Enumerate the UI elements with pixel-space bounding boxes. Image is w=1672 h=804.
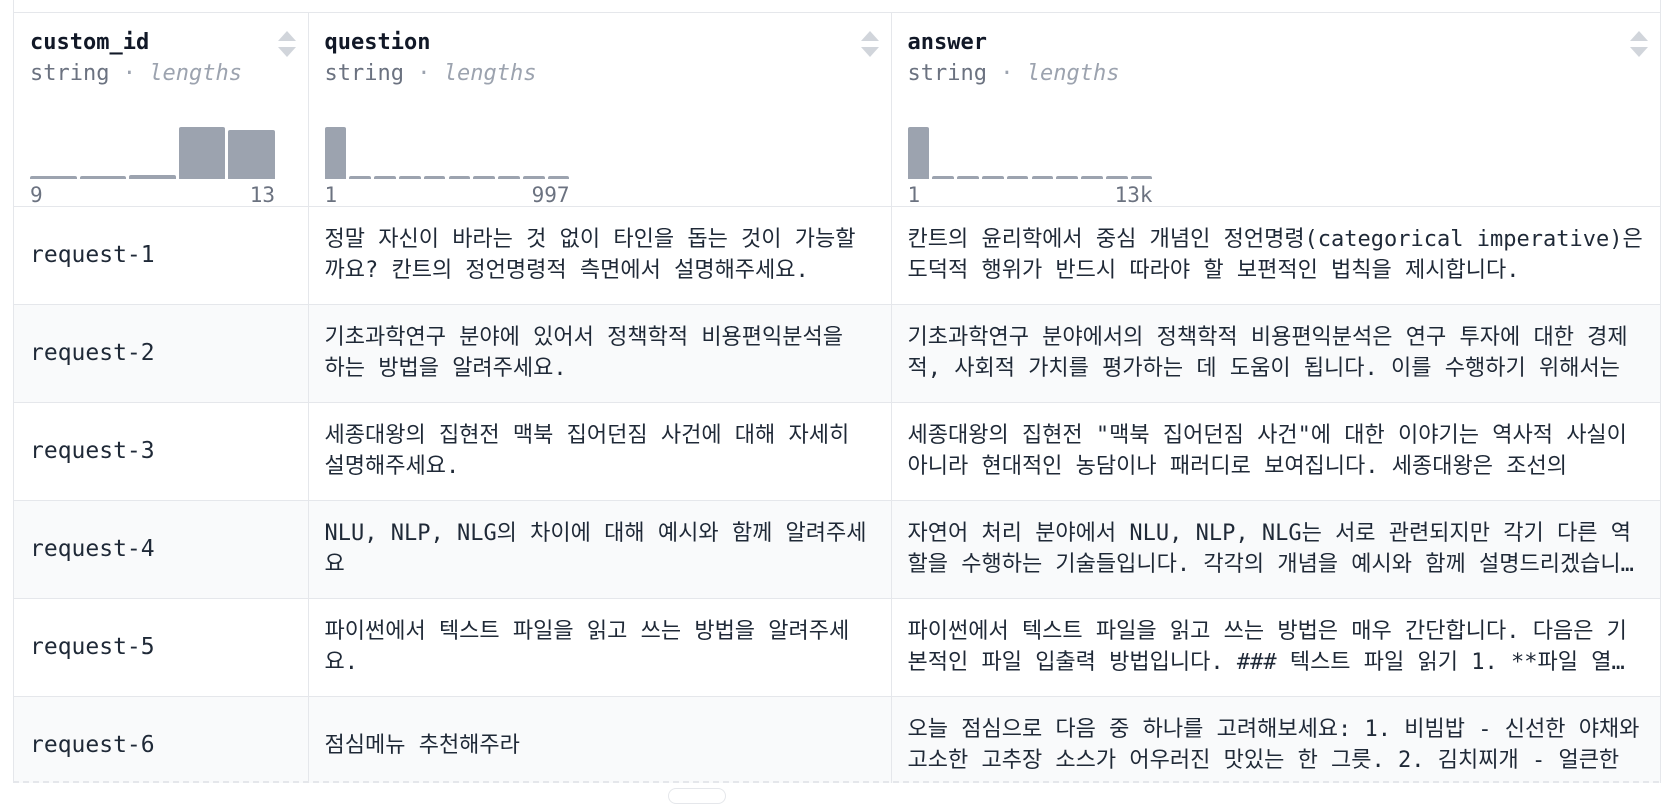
data-table: custom_id string · lengths 9 13 question …: [14, 13, 1660, 783]
histogram-bar[interactable]: [228, 129, 275, 179]
histogram-bar[interactable]: [907, 127, 930, 179]
column-header-question[interactable]: question string · lengths 1 997: [308, 13, 892, 207]
histogram-bar[interactable]: [473, 176, 496, 179]
cell-answer[interactable]: 파이썬에서 텍스트 파일을 읽고 쓰는 방법은 매우 간단합니다. 다음은 기본…: [891, 598, 1660, 697]
histogram-bar[interactable]: [448, 176, 471, 179]
cell-question[interactable]: NLU, NLP, NLG의 차이에 대해 예시와 함께 알려주세요: [308, 500, 892, 599]
table-row[interactable]: request-6 점심메뉴 추천해주라 오늘 점심으로 다음 중 하나를 고려…: [14, 696, 1660, 783]
cell-answer[interactable]: 자연어 처리 분야에서 NLU, NLP, NLG는 서로 관련되지만 각기 다…: [891, 500, 1660, 599]
histogram-range: 9 13: [30, 183, 275, 207]
cell-question[interactable]: 정말 자신이 바라는 것 없이 타인을 돕는 것이 가능할까요? 칸트의 정언명…: [308, 206, 892, 305]
histogram-bar[interactable]: [423, 176, 446, 179]
histogram-bar[interactable]: [129, 174, 176, 179]
table-top-edge: [13, 0, 1661, 12]
histogram-bar[interactable]: [498, 176, 520, 179]
header-row: custom_id string · lengths 9 13 question …: [14, 13, 1660, 207]
cell-question[interactable]: 세종대왕의 집현전 맥북 집어던짐 사건에 대해 자세히 설명해주세요.: [308, 402, 892, 501]
histogram-bar[interactable]: [547, 176, 570, 179]
table-row[interactable]: request-1 정말 자신이 바라는 것 없이 타인을 돕는 것이 가능할까…: [14, 206, 1660, 305]
histogram-bar[interactable]: [957, 176, 979, 179]
histogram-bar[interactable]: [522, 176, 545, 179]
range-min: 1: [324, 183, 338, 207]
histogram-bar[interactable]: [1056, 176, 1079, 179]
table-row[interactable]: request-4 NLU, NLP, NLG의 차이에 대해 예시와 함께 알…: [14, 500, 1660, 599]
load-more-divider: [13, 781, 1659, 783]
column-type: string · lengths: [324, 61, 537, 86]
table-row[interactable]: request-3 세종대왕의 집현전 맥북 집어던짐 사건에 대해 자세히 설…: [14, 402, 1660, 501]
cell-custom-id[interactable]: request-6: [14, 696, 309, 783]
column-name: custom_id: [30, 30, 150, 55]
histogram-bar[interactable]: [1130, 176, 1153, 179]
cell-answer[interactable]: 기초과학연구 분야에서의 정책학적 비용편익분석은 연구 투자에 대한 경제적,…: [891, 304, 1660, 403]
sort-icon[interactable]: [1630, 31, 1648, 59]
range-max: 997: [531, 183, 570, 207]
histogram-bar[interactable]: [398, 176, 421, 179]
table-row[interactable]: request-5 파이썬에서 텍스트 파일을 읽고 쓰는 방법을 알려주세요.…: [14, 598, 1660, 697]
column-type: string · lengths: [907, 61, 1120, 86]
histogram-bar[interactable]: [1081, 176, 1103, 179]
column-type: string · lengths: [30, 61, 242, 86]
cell-answer[interactable]: 세종대왕의 집현전 "맥북 집어던짐 사건"에 대한 이야기는 역사적 사실이 …: [891, 402, 1660, 501]
length-histogram: [907, 119, 1153, 179]
column-header-answer[interactable]: answer string · lengths 1 13k: [891, 13, 1660, 207]
histogram-bar[interactable]: [374, 176, 396, 179]
histogram-bar[interactable]: [932, 176, 955, 179]
histogram-bar[interactable]: [30, 176, 77, 179]
table-row[interactable]: request-2 기초과학연구 분야에 있어서 정책학적 비용편익분석을 하는…: [14, 304, 1660, 403]
range-min: 1: [907, 183, 921, 207]
length-histogram: [30, 119, 275, 179]
column-name: question: [324, 30, 431, 55]
histogram-bar[interactable]: [178, 127, 226, 179]
sort-icon[interactable]: [277, 31, 296, 59]
cell-custom-id[interactable]: request-1: [14, 206, 309, 305]
histogram-bar[interactable]: [79, 176, 127, 179]
dataset-viewer-table: custom_id string · lengths 9 13 question …: [13, 12, 1661, 783]
histogram-bar[interactable]: [324, 127, 347, 179]
histogram-bar[interactable]: [1031, 176, 1054, 179]
histogram-range: 1 13k: [908, 183, 1153, 207]
load-more-handle[interactable]: [668, 788, 726, 804]
cell-answer[interactable]: 칸트의 윤리학에서 중심 개념인 정언명령(categorical impera…: [891, 206, 1660, 305]
histogram-bar[interactable]: [349, 176, 372, 179]
cell-custom-id[interactable]: request-5: [14, 598, 309, 697]
cell-custom-id[interactable]: request-4: [14, 500, 309, 599]
length-histogram: [324, 119, 570, 179]
range-min: 9: [30, 183, 43, 207]
column-header-custom-id[interactable]: custom_id string · lengths 9 13: [14, 13, 309, 207]
cell-custom-id[interactable]: request-3: [14, 402, 309, 501]
cell-question[interactable]: 기초과학연구 분야에 있어서 정책학적 비용편익분석을 하는 방법을 알려주세요…: [308, 304, 892, 403]
histogram-range: 1 997: [325, 183, 570, 207]
histogram-bar[interactable]: [1006, 176, 1029, 179]
column-name: answer: [907, 30, 987, 55]
histogram-bar[interactable]: [1105, 176, 1128, 179]
cell-question[interactable]: 점심메뉴 추천해주라: [308, 696, 892, 783]
cell-answer[interactable]: 오늘 점심으로 다음 중 하나를 고려해보세요: 1. 비빔밥 - 신선한 야채…: [891, 696, 1660, 783]
cell-custom-id[interactable]: request-2: [14, 304, 309, 403]
cell-question[interactable]: 파이썬에서 텍스트 파일을 읽고 쓰는 방법을 알려주세요.: [308, 598, 892, 697]
range-max: 13k: [1114, 183, 1153, 207]
sort-icon[interactable]: [860, 31, 879, 59]
histogram-bar[interactable]: [981, 176, 1004, 179]
range-max: 13: [249, 183, 275, 207]
